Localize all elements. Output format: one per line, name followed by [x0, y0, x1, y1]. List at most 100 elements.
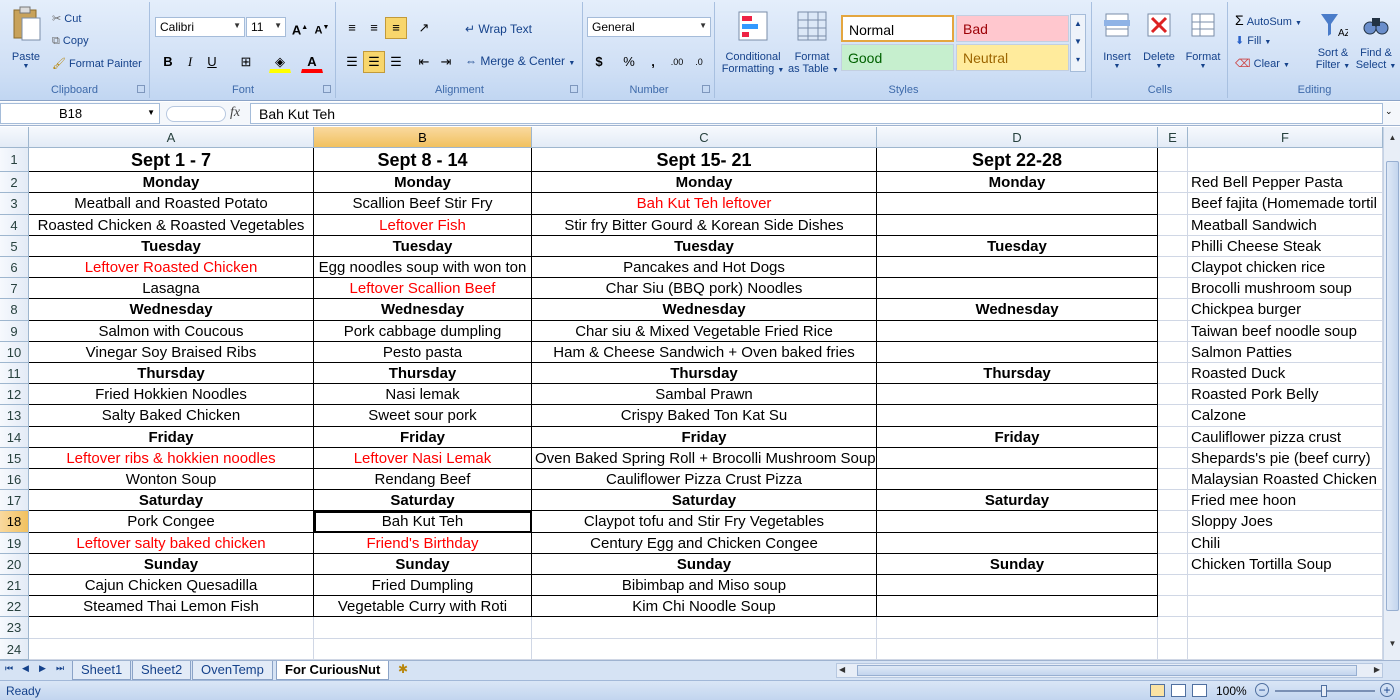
cell-a12[interactable]: Fried Hokkien Noodles: [29, 384, 314, 406]
cell-c19[interactable]: Century Egg and Chicken Congee: [532, 532, 877, 554]
cell-b17[interactable]: Saturday: [314, 490, 532, 512]
cell-e23[interactable]: [1158, 617, 1188, 639]
sheet-tab-sheet1[interactable]: Sheet1: [72, 661, 132, 680]
cell-a5[interactable]: Tuesday: [29, 235, 314, 257]
cell-b5[interactable]: Tuesday: [314, 235, 532, 257]
row-header-23[interactable]: 23: [0, 617, 29, 639]
cell-f21[interactable]: [1188, 575, 1383, 597]
cell-e7[interactable]: [1158, 278, 1188, 300]
cell-c23[interactable]: [532, 617, 877, 639]
row-header-10[interactable]: 10: [0, 341, 29, 363]
cell-d19[interactable]: [877, 532, 1158, 554]
cell-a7[interactable]: Lasagna: [29, 278, 314, 300]
row-header-9[interactable]: 9: [0, 320, 29, 342]
cell-d13[interactable]: [877, 405, 1158, 427]
cell-c4[interactable]: Stir fry Bitter Gourd & Korean Side Dish…: [532, 214, 877, 236]
cell-d14[interactable]: Friday: [877, 426, 1158, 448]
cell-c9[interactable]: Char siu & Mixed Vegetable Fried Rice: [532, 320, 877, 342]
cell-f7[interactable]: Brocolli mushroom soup: [1188, 278, 1383, 300]
insert-function-icon[interactable]: fx: [230, 105, 240, 121]
row-header-7[interactable]: 7: [0, 278, 29, 300]
cell-a6[interactable]: Leftover Roasted Chicken: [29, 257, 314, 279]
cut-button[interactable]: ✂ Cut: [52, 12, 81, 25]
cell-f11[interactable]: Roasted Duck: [1188, 363, 1383, 385]
row-header-17[interactable]: 17: [0, 490, 29, 512]
cell-f15[interactable]: Shepards's pie (beef curry): [1188, 447, 1383, 469]
cell-e8[interactable]: [1158, 299, 1188, 321]
tab-nav-next-icon[interactable]: ▶: [39, 663, 46, 674]
scroll-up-icon[interactable]: ▲: [1386, 133, 1399, 147]
row-header-6[interactable]: 6: [0, 257, 29, 279]
cell-b14[interactable]: Friday: [314, 426, 532, 448]
cell-a11[interactable]: Thursday: [29, 363, 314, 385]
cell-a15[interactable]: Leftover ribs & hokkien noodles: [29, 447, 314, 469]
cell-e15[interactable]: [1158, 447, 1188, 469]
style-normal[interactable]: Normal: [841, 15, 954, 42]
row-header-14[interactable]: 14: [0, 426, 29, 448]
cell-c21[interactable]: Bibimbap and Miso soup: [532, 575, 877, 597]
delete-button[interactable]: Delete ▼: [1139, 10, 1179, 70]
style-neutral[interactable]: Neutral: [956, 44, 1069, 71]
cell-b16[interactable]: Rendang Beef: [314, 469, 532, 491]
cell-d3[interactable]: [877, 193, 1158, 215]
cell-f8[interactable]: Chickpea burger: [1188, 299, 1383, 321]
cell-a9[interactable]: Salmon with Coucous: [29, 320, 314, 342]
insert-sheet-icon[interactable]: ✱: [398, 662, 408, 676]
row-header-12[interactable]: 12: [0, 384, 29, 406]
currency-button[interactable]: $: [588, 51, 610, 73]
format-painter-button[interactable]: 🖌 Format Painter: [52, 57, 142, 70]
cell-d24[interactable]: [877, 638, 1158, 660]
cell-f4[interactable]: Meatball Sandwich: [1188, 214, 1383, 236]
cell-f10[interactable]: Salmon Patties: [1188, 341, 1383, 363]
underline-button[interactable]: U: [201, 51, 223, 73]
cell-f9[interactable]: Taiwan beef noodle soup: [1188, 320, 1383, 342]
row-header-11[interactable]: 11: [0, 363, 29, 385]
cell-b12[interactable]: Nasi lemak: [314, 384, 532, 406]
expand-formula-icon[interactable]: ⌄: [1385, 106, 1393, 117]
cell-b22[interactable]: Vegetable Curry with Roti: [314, 596, 532, 618]
cell-d11[interactable]: Thursday: [877, 363, 1158, 385]
cell-d10[interactable]: [877, 341, 1158, 363]
cell-b7[interactable]: Leftover Scallion Beef: [314, 278, 532, 300]
cell-e20[interactable]: [1158, 553, 1188, 575]
scroll-thumb[interactable]: [1386, 161, 1399, 611]
cell-d20[interactable]: Sunday: [877, 553, 1158, 575]
cell-e14[interactable]: [1158, 426, 1188, 448]
column-header-c[interactable]: C: [532, 127, 877, 148]
cell-c6[interactable]: Pancakes and Hot Dogs: [532, 257, 877, 279]
h-scroll-thumb[interactable]: [857, 665, 1357, 676]
cell-f24[interactable]: [1188, 638, 1383, 660]
cell-e3[interactable]: [1158, 193, 1188, 215]
cell-b20[interactable]: Sunday: [314, 553, 532, 575]
row-header-15[interactable]: 15: [0, 447, 29, 469]
cell-e24[interactable]: [1158, 638, 1188, 660]
cell-d8[interactable]: Wednesday: [877, 299, 1158, 321]
cell-e6[interactable]: [1158, 257, 1188, 279]
sort-filter-button[interactable]: AZ Sort & Filter ▼: [1313, 10, 1353, 71]
row-header-16[interactable]: 16: [0, 469, 29, 491]
percent-button[interactable]: %: [618, 51, 640, 73]
italic-button[interactable]: I: [179, 51, 201, 73]
cell-e19[interactable]: [1158, 532, 1188, 554]
row-header-21[interactable]: 21: [0, 575, 29, 597]
copy-button[interactable]: ⧉ Copy: [52, 35, 89, 48]
cell-b15[interactable]: Leftover Nasi Lemak: [314, 447, 532, 469]
fill-color-icon[interactable]: ◈: [269, 51, 291, 73]
cell-b6[interactable]: Egg noodles soup with won ton: [314, 257, 532, 279]
align-center-icon[interactable]: ☰: [363, 51, 385, 73]
row-header-20[interactable]: 20: [0, 553, 29, 575]
cell-e9[interactable]: [1158, 320, 1188, 342]
cell-e12[interactable]: [1158, 384, 1188, 406]
cell-c16[interactable]: Cauliflower Pizza Crust Pizza: [532, 469, 877, 491]
row-header-13[interactable]: 13: [0, 405, 29, 427]
cell-a14[interactable]: Friday: [29, 426, 314, 448]
cell-c10[interactable]: Ham & Cheese Sandwich + Oven baked fries: [532, 341, 877, 363]
row-header-22[interactable]: 22: [0, 596, 29, 618]
cell-f18[interactable]: Sloppy Joes: [1188, 511, 1383, 533]
cell-d22[interactable]: [877, 596, 1158, 618]
conditional-formatting-button[interactable]: Conditional Formatting ▼: [720, 10, 786, 75]
cell-e13[interactable]: [1158, 405, 1188, 427]
scroll-right-icon[interactable]: ▶: [1374, 665, 1380, 674]
autosum-button[interactable]: Σ AutoSum ▼: [1235, 12, 1302, 28]
tab-nav-last-icon[interactable]: ⏭: [56, 663, 64, 674]
